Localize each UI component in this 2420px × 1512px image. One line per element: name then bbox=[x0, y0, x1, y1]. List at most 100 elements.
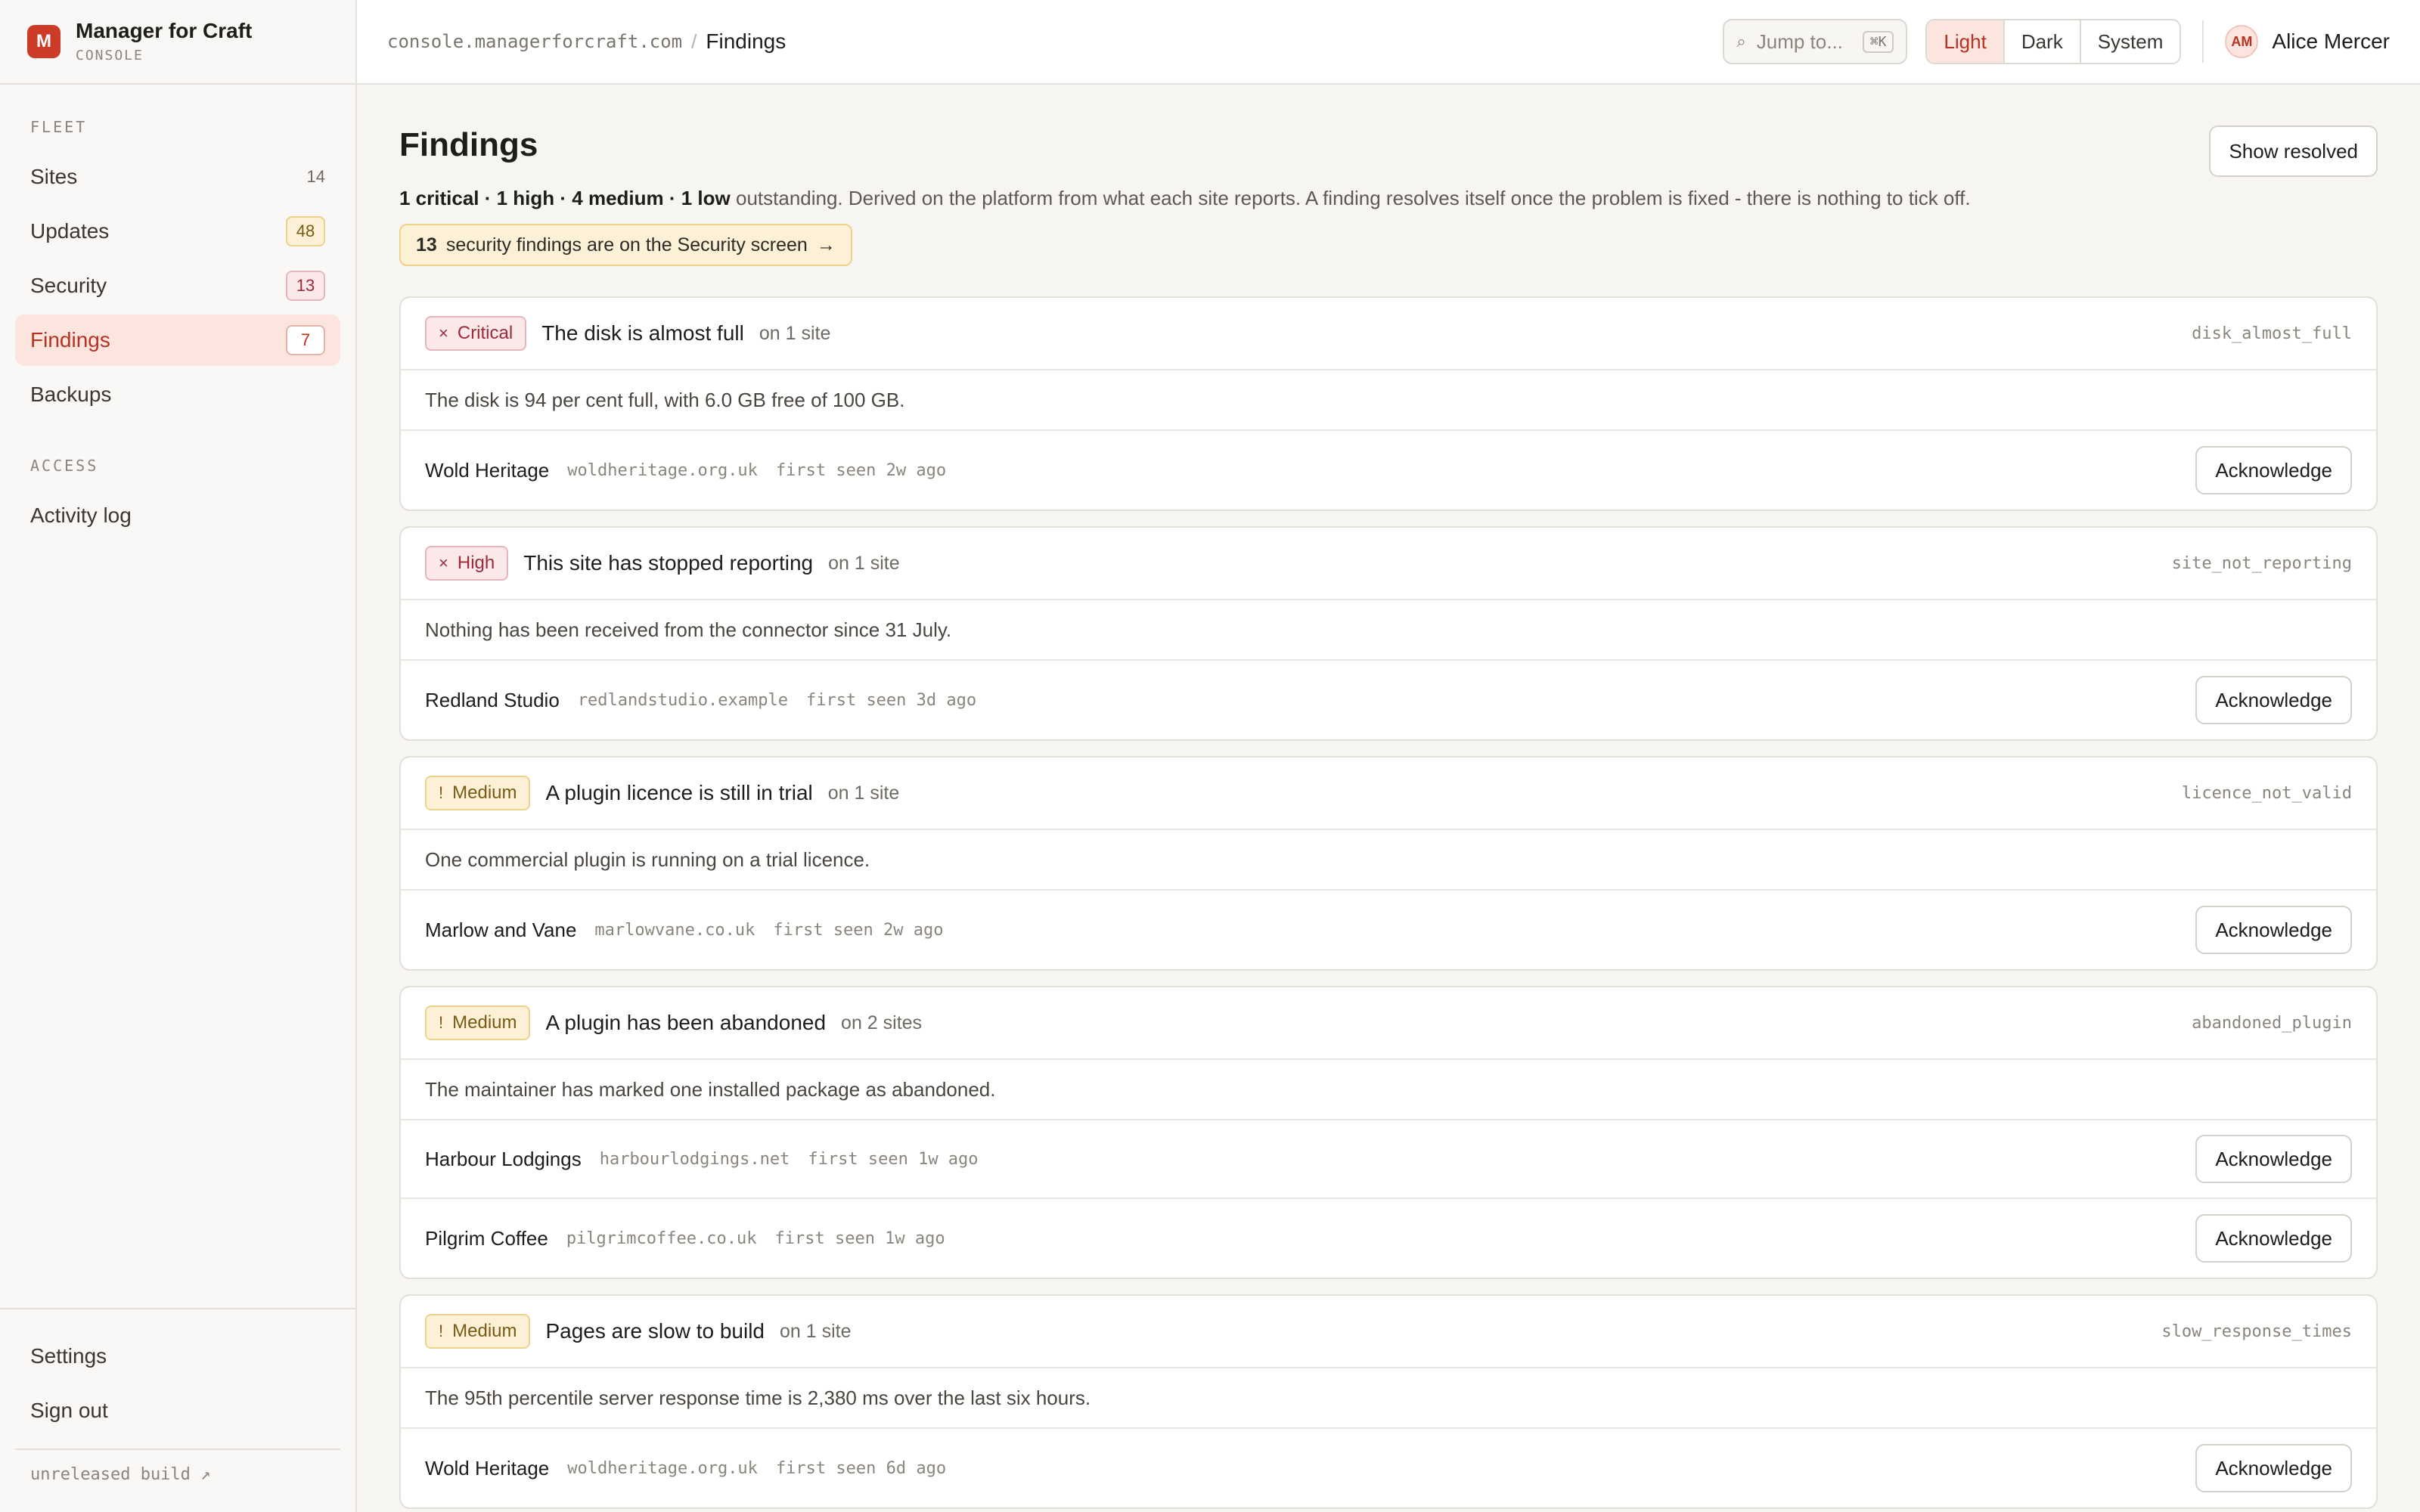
theme-system-button[interactable]: System bbox=[2080, 20, 2180, 63]
close-icon: × bbox=[439, 324, 448, 342]
severity-label: Critical bbox=[457, 323, 513, 343]
severity-badge: ! Medium bbox=[425, 776, 531, 810]
finding-title: A plugin has been abandoned bbox=[545, 1011, 827, 1034]
sidebar-item-security[interactable]: Security 13 bbox=[15, 260, 340, 311]
sidebar-item-label: Activity log bbox=[30, 503, 132, 527]
site-name[interactable]: Pilgrim Coffee bbox=[425, 1227, 548, 1250]
sites-count: 14 bbox=[306, 167, 325, 186]
page-title: Findings bbox=[399, 126, 538, 163]
finding-title: The disk is almost full bbox=[541, 321, 744, 345]
findings-count-badge: 7 bbox=[286, 325, 325, 355]
severity-counts: 1 critical · 1 high · 4 medium · 1 low bbox=[399, 187, 731, 209]
severity-label: Medium bbox=[452, 782, 517, 803]
main-content: Findings Show resolved 1 critical · 1 hi… bbox=[399, 85, 2378, 1512]
sidebar-item-label: Findings bbox=[30, 328, 110, 352]
site-host: woldheritage.org.uk bbox=[567, 460, 758, 480]
sidebar-item-findings[interactable]: Findings 7 bbox=[15, 314, 340, 366]
acknowledge-button[interactable]: Acknowledge bbox=[2195, 676, 2352, 724]
exclamation-icon: ! bbox=[439, 783, 444, 802]
finding-card: ! Medium A plugin has been abandoned on … bbox=[399, 986, 2378, 1279]
arrow-right-icon: → bbox=[816, 234, 836, 256]
security-screen-link[interactable]: 13 security findings are on the Security… bbox=[399, 224, 852, 266]
theme-toggle: Light Dark System bbox=[1925, 19, 2182, 64]
first-seen: first seen 6d ago bbox=[775, 1458, 947, 1478]
finding-code: licence_not_valid bbox=[2181, 783, 2352, 803]
security-count-badge: 13 bbox=[286, 271, 325, 301]
finding-site-row: Harbour Lodgings harbourlodgings.net fir… bbox=[401, 1120, 2376, 1199]
findings-summary: 1 critical · 1 high · 4 medium · 1 low o… bbox=[399, 184, 2378, 212]
finding-card: × Critical The disk is almost full on 1 … bbox=[399, 296, 2378, 511]
finding-description: One commercial plugin is running on a tr… bbox=[401, 830, 2376, 891]
user-menu[interactable]: AM Alice Mercer bbox=[2202, 20, 2390, 63]
site-host: marlowvane.co.uk bbox=[594, 920, 755, 940]
first-seen: first seen 3d ago bbox=[805, 690, 977, 710]
acknowledge-button[interactable]: Acknowledge bbox=[2195, 1135, 2352, 1183]
severity-label: Medium bbox=[452, 1012, 517, 1033]
severity-label: High bbox=[457, 553, 495, 573]
site-name[interactable]: Redland Studio bbox=[425, 689, 560, 712]
finding-code: disk_almost_full bbox=[2192, 324, 2352, 343]
exclamation-icon: ! bbox=[439, 1013, 444, 1032]
sidebar-footer: Settings Sign out unreleased build ↗ bbox=[0, 1308, 355, 1512]
sign-out-button[interactable]: Sign out bbox=[15, 1385, 340, 1436]
section-label-access: ACCESS bbox=[30, 457, 99, 475]
brand-logo: M bbox=[27, 25, 60, 58]
findings-list: × Critical The disk is almost full on 1 … bbox=[399, 296, 2378, 1509]
topbar: console.managerforcraft.com / Findings ⌕… bbox=[357, 0, 2420, 85]
sidebar-item-settings[interactable]: Settings bbox=[15, 1331, 340, 1382]
acknowledge-button[interactable]: Acknowledge bbox=[2195, 446, 2352, 494]
first-seen: first seen 2w ago bbox=[775, 460, 947, 480]
close-icon: × bbox=[439, 553, 448, 572]
acknowledge-button[interactable]: Acknowledge bbox=[2195, 1214, 2352, 1263]
finding-code: site_not_reporting bbox=[2171, 553, 2352, 573]
sidebar-item-label: Updates bbox=[30, 219, 110, 243]
theme-dark-button[interactable]: Dark bbox=[2004, 20, 2081, 63]
site-name[interactable]: Marlow and Vane bbox=[425, 919, 576, 942]
jump-to-search[interactable]: ⌕ Jump to... ⌘K bbox=[1723, 19, 1908, 64]
sidebar-item-label: Security bbox=[30, 274, 107, 297]
finding-title: This site has stopped reporting bbox=[523, 551, 814, 575]
build-link[interactable]: unreleased build ↗ bbox=[15, 1448, 340, 1512]
show-resolved-button[interactable]: Show resolved bbox=[2209, 125, 2378, 177]
summary-text: outstanding. Derived on the platform fro… bbox=[730, 187, 1971, 209]
brand-subtitle: CONSOLE bbox=[76, 48, 144, 64]
finding-card: × High This site has stopped reporting o… bbox=[399, 526, 2378, 741]
sidebar-item-label: Sign out bbox=[30, 1399, 108, 1422]
sidebar: M Manager for Craft CONSOLE FLEET Sites … bbox=[0, 0, 357, 1512]
exclamation-icon: ! bbox=[439, 1321, 444, 1340]
search-icon: ⌕ bbox=[1736, 32, 1746, 51]
sidebar-item-label: Settings bbox=[30, 1344, 107, 1368]
theme-light-button[interactable]: Light bbox=[1927, 20, 2005, 63]
severity-label: Medium bbox=[452, 1321, 517, 1341]
sidebar-item-updates[interactable]: Updates 48 bbox=[15, 206, 340, 257]
finding-description: The maintainer has marked one installed … bbox=[401, 1060, 2376, 1120]
finding-site-count: on 2 sites bbox=[841, 1012, 923, 1033]
severity-badge: × Critical bbox=[425, 316, 527, 351]
site-name[interactable]: Wold Heritage bbox=[425, 1457, 549, 1480]
updates-count-badge: 48 bbox=[286, 216, 325, 246]
site-host: pilgrimcoffee.co.uk bbox=[566, 1228, 757, 1248]
security-findings-count: 13 bbox=[416, 234, 437, 256]
sidebar-item-activity-log[interactable]: Activity log bbox=[15, 490, 340, 541]
finding-title: Pages are slow to build bbox=[545, 1319, 765, 1343]
brand[interactable]: M Manager for Craft CONSOLE bbox=[0, 0, 355, 85]
breadcrumb-separator: / bbox=[691, 29, 697, 53]
finding-site-count: on 1 site bbox=[828, 552, 900, 574]
site-name[interactable]: Harbour Lodgings bbox=[425, 1148, 582, 1171]
first-seen: first seen 2w ago bbox=[773, 920, 944, 940]
finding-site-row: Wold Heritage woldheritage.org.uk first … bbox=[401, 1429, 2376, 1507]
finding-code: abandoned_plugin bbox=[2192, 1013, 2352, 1033]
finding-site-count: on 1 site bbox=[827, 782, 900, 804]
user-name: Alice Mercer bbox=[2272, 29, 2390, 53]
finding-site-row: Pilgrim Coffee pilgrimcoffee.co.uk first… bbox=[401, 1199, 2376, 1278]
breadcrumb: console.managerforcraft.com / Findings bbox=[387, 29, 786, 54]
site-name[interactable]: Wold Heritage bbox=[425, 459, 549, 482]
first-seen: first seen 1w ago bbox=[774, 1228, 945, 1248]
sidebar-item-label: Sites bbox=[30, 165, 78, 188]
sidebar-item-backups[interactable]: Backups bbox=[15, 369, 340, 420]
site-host: woldheritage.org.uk bbox=[567, 1458, 758, 1478]
acknowledge-button[interactable]: Acknowledge bbox=[2195, 1444, 2352, 1492]
breadcrumb-host[interactable]: console.managerforcraft.com bbox=[387, 31, 682, 52]
acknowledge-button[interactable]: Acknowledge bbox=[2195, 906, 2352, 954]
sidebar-item-sites[interactable]: Sites 14 bbox=[15, 151, 340, 203]
